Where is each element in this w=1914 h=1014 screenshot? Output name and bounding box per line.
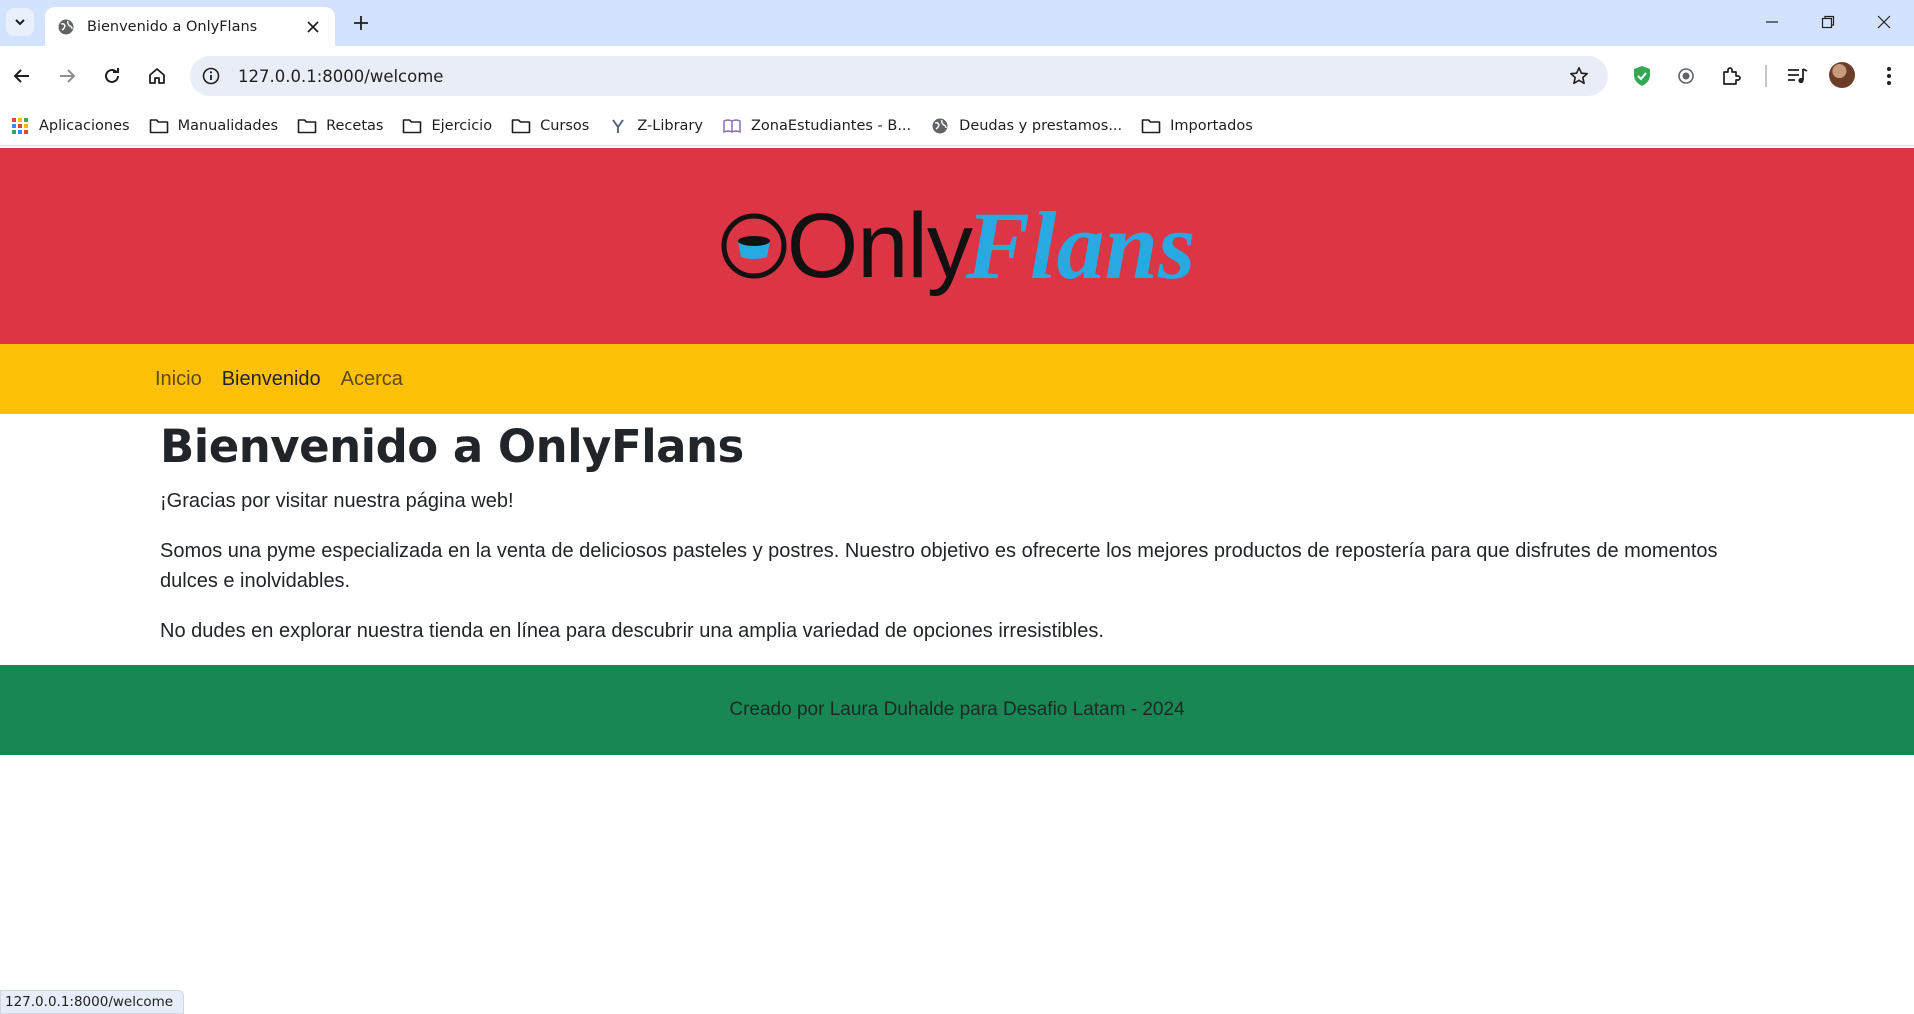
nav-link-acerca[interactable]: Acerca bbox=[341, 368, 403, 391]
profile-avatar[interactable] bbox=[1829, 62, 1855, 88]
arrow-left-icon bbox=[13, 69, 29, 83]
bookmark-label: Deudas y prestamos... bbox=[959, 117, 1123, 134]
reload-button[interactable] bbox=[95, 59, 129, 93]
tab-strip: Bienvenido a OnlyFlans bbox=[0, 0, 1914, 46]
restore-icon bbox=[1821, 15, 1835, 29]
bookmark-manualidades[interactable]: Manualidades bbox=[149, 117, 279, 135]
bookmark-label: Aplicaciones bbox=[39, 117, 130, 134]
bookmark-label: Cursos bbox=[540, 117, 590, 134]
url-text[interactable]: 127.0.0.1:8000/welcome bbox=[238, 67, 1564, 86]
bookmark-label: Recetas bbox=[326, 117, 384, 134]
bookmark-label: Ejercicio bbox=[431, 117, 493, 134]
main-content: Bienvenido a OnlyFlans ¡Gracias por visi… bbox=[0, 414, 1914, 646]
minimize-icon bbox=[1766, 21, 1778, 23]
toolbar-divider bbox=[1765, 65, 1767, 87]
bookmark-zlibrary[interactable]: Z-Library bbox=[608, 117, 703, 135]
browser-toolbar: 127.0.0.1:8000/welcome bbox=[0, 46, 1914, 106]
zlibrary-icon bbox=[608, 117, 628, 135]
globe-icon bbox=[930, 117, 950, 135]
plus-icon bbox=[354, 16, 368, 30]
arrow-right-icon bbox=[60, 69, 76, 83]
site-footer: Creado por Laura Duhalde para Desafio La… bbox=[0, 665, 1914, 755]
folder-icon bbox=[1141, 117, 1161, 135]
page-title: Bienvenido a OnlyFlans bbox=[160, 420, 744, 473]
close-icon bbox=[1877, 15, 1891, 29]
record-extension-icon[interactable] bbox=[1670, 60, 1702, 92]
bookmark-importados[interactable]: Importados bbox=[1141, 117, 1253, 135]
close-window-button[interactable] bbox=[1864, 8, 1904, 36]
bookmark-aplicaciones[interactable]: Aplicaciones bbox=[10, 117, 130, 135]
minimize-button[interactable] bbox=[1752, 8, 1792, 36]
flan-icon bbox=[721, 213, 787, 279]
forward-button[interactable] bbox=[50, 59, 84, 93]
kebab-menu-icon[interactable] bbox=[1873, 60, 1905, 92]
folder-icon bbox=[149, 117, 169, 135]
folder-icon bbox=[402, 117, 422, 135]
page-viewport: Only Flans Inicio Bienvenido Acerca Bien… bbox=[0, 148, 1914, 1014]
bookmark-label: Importados bbox=[1170, 117, 1253, 134]
home-icon bbox=[149, 68, 165, 84]
reload-icon bbox=[105, 68, 119, 83]
bookmark-label: Z-Library bbox=[637, 117, 703, 134]
folder-icon bbox=[297, 117, 317, 135]
extensions-puzzle-icon[interactable] bbox=[1715, 60, 1747, 92]
logo-text-flans: Flans bbox=[965, 192, 1196, 299]
about-paragraph: Somos una pyme especializada en la venta… bbox=[160, 540, 1718, 592]
bookmark-ejercicio[interactable]: Ejercicio bbox=[402, 117, 492, 135]
tab-search-button[interactable] bbox=[6, 8, 34, 36]
bookmark-recetas[interactable]: Recetas bbox=[297, 117, 383, 135]
home-button[interactable] bbox=[140, 59, 174, 93]
onlyflans-logo[interactable]: Only Flans bbox=[719, 192, 1196, 299]
bookmark-cursos[interactable]: Cursos bbox=[511, 117, 589, 135]
site-header: Only Flans bbox=[0, 148, 1914, 344]
bookmark-label: ZonaEstudiantes - B... bbox=[750, 117, 912, 134]
globe-icon bbox=[57, 18, 75, 36]
media-queue-icon[interactable] bbox=[1781, 60, 1813, 92]
folder-icon bbox=[511, 117, 531, 135]
status-bar-url: 127.0.0.1:8000/welcome bbox=[0, 990, 185, 1014]
close-icon[interactable] bbox=[303, 17, 323, 37]
nav-link-bienvenido[interactable]: Bienvenido bbox=[222, 368, 321, 391]
site-navbar: Inicio Bienvenido Acerca bbox=[0, 344, 1914, 414]
bookmarks-bar: Aplicaciones Manualidades Recetas Ejerci… bbox=[0, 106, 1914, 146]
logo-text-only: Only bbox=[786, 195, 973, 297]
apps-grid-icon bbox=[10, 117, 30, 135]
bookmark-deudas[interactable]: Deudas y prestamos... bbox=[930, 117, 1122, 135]
bookmark-star-icon[interactable] bbox=[1564, 61, 1594, 91]
intro-paragraph: ¡Gracias por visitar nuestra página web! bbox=[160, 490, 514, 512]
bookmark-label: Manualidades bbox=[177, 117, 279, 134]
footer-credit: Creado por Laura Duhalde para Desafio La… bbox=[729, 699, 1185, 720]
browser-tab[interactable]: Bienvenido a OnlyFlans bbox=[45, 7, 335, 46]
nav-link-inicio[interactable]: Inicio bbox=[155, 368, 202, 391]
address-bar[interactable]: 127.0.0.1:8000/welcome bbox=[190, 56, 1608, 96]
store-paragraph: No dudes en explorar nuestra tienda en l… bbox=[160, 620, 1104, 642]
restore-button[interactable] bbox=[1808, 8, 1848, 36]
shield-extension-icon[interactable] bbox=[1626, 60, 1658, 92]
back-button[interactable] bbox=[5, 59, 39, 93]
new-tab-button[interactable] bbox=[348, 10, 374, 36]
tab-title: Bienvenido a OnlyFlans bbox=[87, 18, 258, 35]
bookmark-zonaestudiantes[interactable]: ZonaEstudiantes - B... bbox=[722, 117, 911, 135]
site-info-icon[interactable] bbox=[198, 63, 224, 89]
chevron-down-icon bbox=[15, 19, 25, 26]
book-icon bbox=[722, 117, 742, 135]
